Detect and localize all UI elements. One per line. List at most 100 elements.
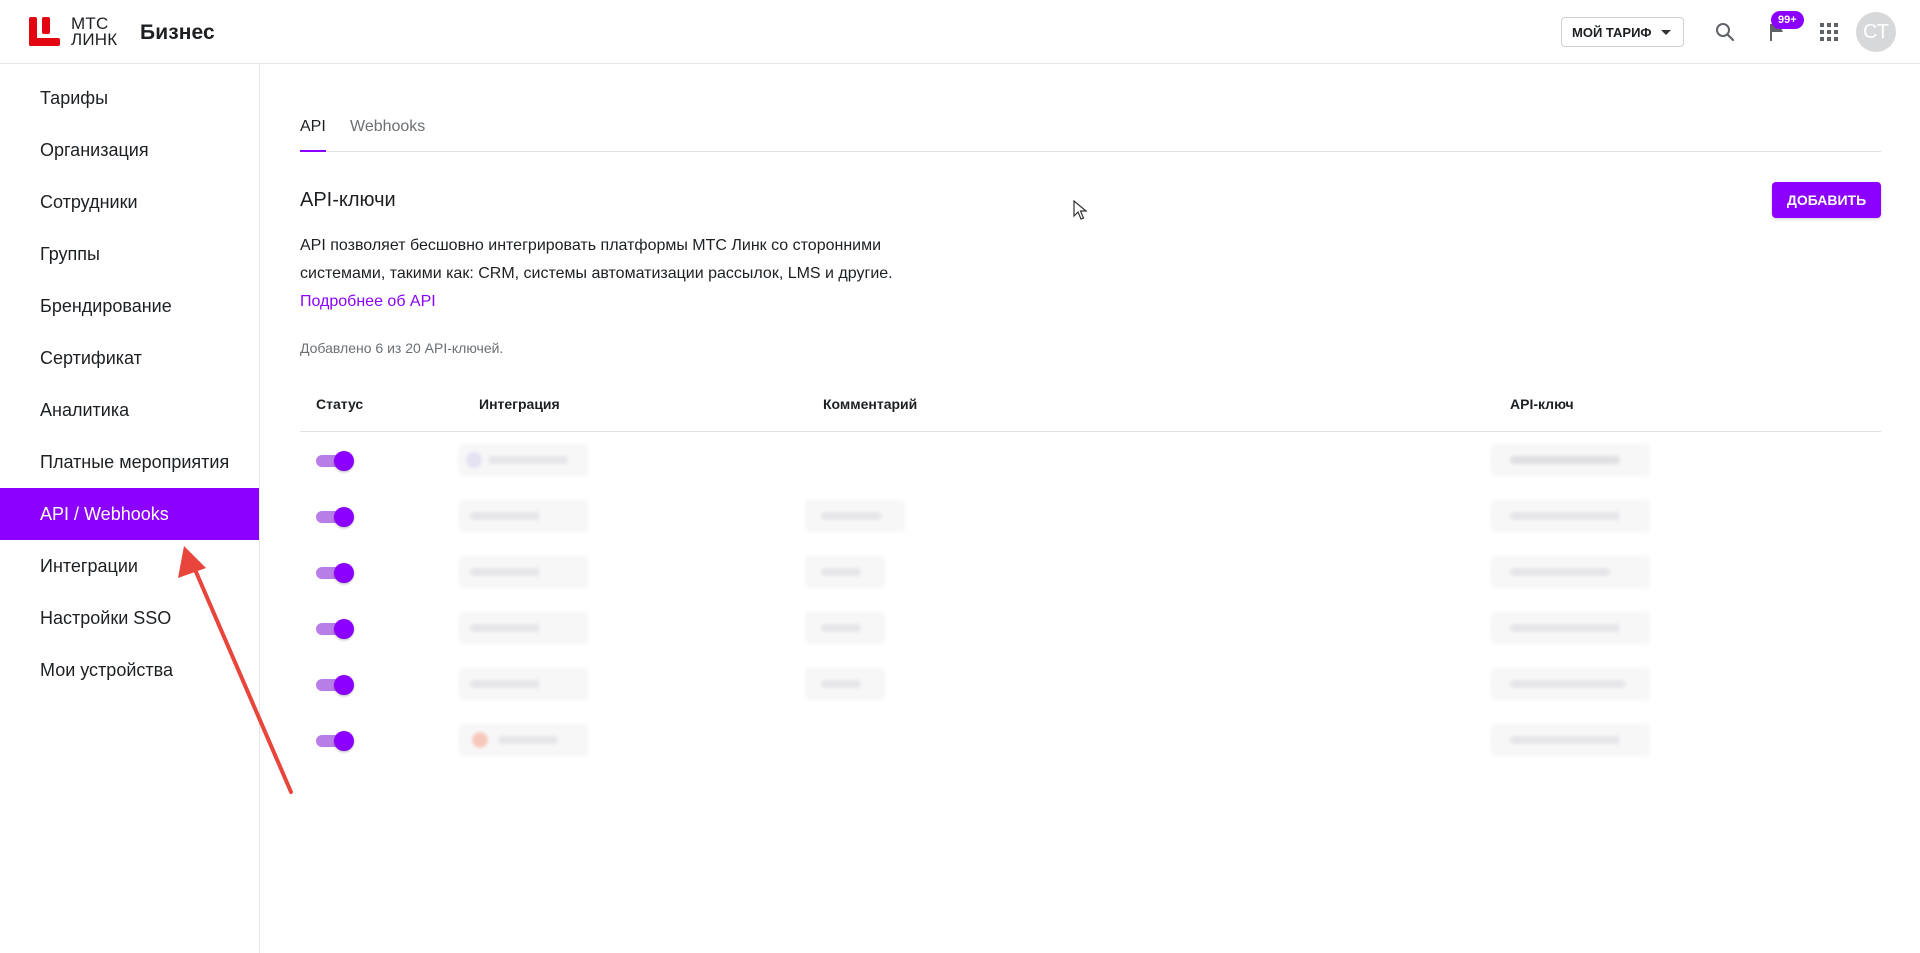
redacted-bar — [498, 736, 558, 744]
redacted-bar — [1510, 456, 1620, 464]
comment-cell-redacted — [805, 500, 905, 532]
integration-cell-redacted — [458, 444, 588, 476]
integration-logo-icon — [466, 452, 482, 468]
sidebar-item-sso-settings[interactable]: Настройки SSO — [0, 592, 259, 644]
status-toggle[interactable] — [316, 675, 354, 695]
redacted-bar — [470, 512, 540, 520]
redacted-bar — [470, 568, 540, 576]
search-button[interactable] — [1711, 18, 1739, 46]
api-key-cell-redacted — [1490, 444, 1650, 476]
redacted-bar — [1510, 624, 1620, 632]
sidebar-item-api-webhooks[interactable]: API / Webhooks — [0, 488, 259, 540]
comment-cell-redacted — [805, 612, 885, 644]
redacted-bar — [1510, 512, 1620, 520]
api-key-cell-redacted — [1490, 500, 1650, 532]
sidebar-item-employees[interactable]: Сотрудники — [0, 176, 259, 228]
sidebar-item-tariffs[interactable]: Тарифы — [0, 72, 259, 124]
toggle-knob — [334, 507, 354, 527]
sidebar-item-organization[interactable]: Организация — [0, 124, 259, 176]
integration-cell-redacted — [458, 668, 588, 700]
api-description: API позволяет бесшовно интегрировать пла… — [300, 232, 940, 288]
caret-down-icon — [1661, 30, 1671, 35]
sidebar-item-label: Мои устройства — [40, 659, 173, 680]
redacted-bar — [821, 680, 861, 688]
column-header-status: Статус — [316, 396, 364, 412]
sidebar-item-label: Сертификат — [40, 347, 142, 368]
redacted-bar — [1510, 680, 1625, 688]
integration-cell-redacted — [458, 500, 588, 532]
tab-api[interactable]: API — [300, 118, 326, 152]
user-avatar[interactable]: СТ — [1856, 12, 1896, 52]
api-key-cell-redacted — [1490, 556, 1650, 588]
brand-label: Бизнес — [140, 21, 215, 44]
status-toggle[interactable] — [316, 507, 354, 527]
api-key-cell-redacted — [1490, 668, 1650, 700]
api-keys-count: Добавлено 6 из 20 API-ключей. — [300, 340, 504, 356]
table-row — [300, 432, 1881, 488]
sidebar: Тарифы Организация Сотрудники Группы Бре… — [0, 64, 260, 953]
table-row — [300, 488, 1881, 544]
sidebar-item-label: API / Webhooks — [40, 503, 169, 524]
sidebar-item-certificate[interactable]: Сертификат — [0, 332, 259, 384]
add-api-key-button[interactable]: ДОБАВИТЬ — [1772, 182, 1881, 218]
page-title: API-ключи — [300, 189, 396, 211]
sidebar-item-label: Организация — [40, 139, 149, 160]
sidebar-item-label: Платные мероприятия — [40, 451, 230, 472]
redacted-bar — [470, 680, 540, 688]
status-toggle[interactable] — [316, 451, 354, 471]
redacted-bar — [1510, 568, 1610, 576]
toggle-knob — [334, 731, 354, 751]
toggle-knob — [334, 563, 354, 583]
sidebar-item-groups[interactable]: Группы — [0, 228, 259, 280]
sidebar-item-label: Брендирование — [40, 295, 172, 316]
my-tariff-label: МОЙ ТАРИФ — [1572, 24, 1652, 40]
column-header-comment: Комментарий — [823, 396, 918, 412]
toggle-knob — [334, 451, 354, 471]
integration-cell-redacted — [458, 724, 588, 756]
table-row — [300, 712, 1881, 768]
redacted-bar — [821, 568, 861, 576]
apps-button[interactable] — [1815, 18, 1843, 46]
table-row — [300, 600, 1881, 656]
status-toggle[interactable] — [316, 731, 354, 751]
tab-webhooks[interactable]: Webhooks — [350, 118, 425, 152]
redacted-bar — [470, 624, 540, 632]
sidebar-item-my-devices[interactable]: Мои устройства — [0, 644, 259, 696]
api-key-cell-redacted — [1490, 724, 1650, 756]
sidebar-item-analytics[interactable]: Аналитика — [0, 384, 259, 436]
mts-link-logo-icon[interactable] — [29, 17, 60, 46]
sidebar-item-branding[interactable]: Брендирование — [0, 280, 259, 332]
search-icon — [1716, 23, 1735, 42]
table-row — [300, 656, 1881, 712]
comment-cell-redacted — [805, 668, 885, 700]
notifications-badge: 99+ — [1771, 11, 1804, 29]
api-key-cell-redacted — [1490, 612, 1650, 644]
toggle-knob — [334, 675, 354, 695]
my-tariff-dropdown[interactable]: МОЙ ТАРИФ — [1561, 17, 1684, 47]
logo-line-2: ЛИНК — [71, 30, 118, 49]
sidebar-item-label: Аналитика — [40, 399, 130, 420]
table-row — [300, 544, 1881, 600]
sidebar-item-label: Настройки SSO — [40, 607, 172, 628]
api-docs-link[interactable]: Подробнее об API — [300, 288, 436, 316]
status-toggle[interactable] — [316, 619, 354, 639]
column-header-integration: Интеграция — [479, 396, 560, 412]
redacted-bar — [488, 456, 568, 464]
redacted-bar — [821, 624, 861, 632]
integration-logo-icon — [472, 732, 488, 748]
redacted-bar — [821, 512, 881, 520]
integration-cell-redacted — [458, 612, 588, 644]
sidebar-item-paid-events[interactable]: Платные мероприятия — [0, 436, 259, 488]
sidebar-item-label: Интеграции — [40, 555, 138, 576]
toggle-knob — [334, 619, 354, 639]
column-header-api-key: API-ключ — [1510, 396, 1574, 412]
mouse-cursor-icon — [1073, 200, 1087, 220]
integration-cell-redacted — [458, 556, 588, 588]
sidebar-item-label: Сотрудники — [40, 191, 138, 212]
sidebar-item-integrations[interactable]: Интеграции — [0, 540, 259, 592]
status-toggle[interactable] — [316, 563, 354, 583]
apps-grid-icon — [1820, 23, 1838, 41]
tab-label: API — [300, 118, 326, 135]
tab-bar: API Webhooks — [300, 112, 1881, 152]
comment-cell-redacted — [805, 556, 885, 588]
